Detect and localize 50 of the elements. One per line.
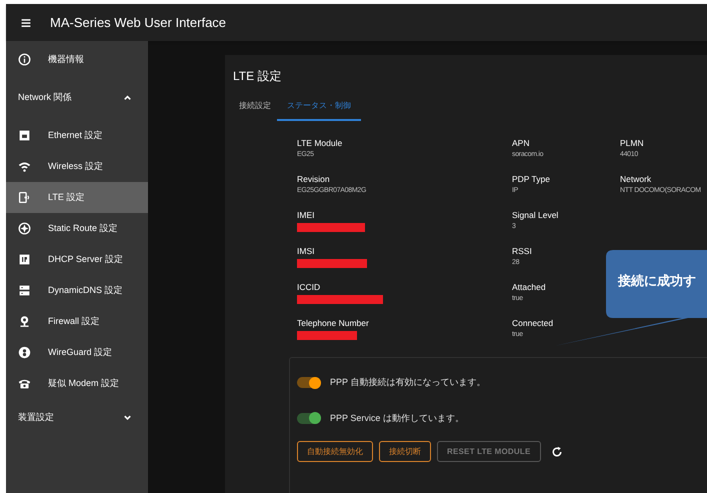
toggle-switch[interactable]	[297, 377, 321, 388]
sidebar-item[interactable]: Static Route 設定	[6, 213, 148, 244]
switch-label: PPP Service は動作しています。	[330, 412, 464, 424]
ethernet-port-icon	[18, 129, 31, 142]
sidebar-item[interactable]: WireGuard 設定	[6, 337, 148, 368]
phone-signal-icon	[18, 191, 31, 204]
menu-button[interactable]: ≡	[18, 14, 34, 32]
sidebar-item[interactable]: Ethernet 設定	[6, 120, 148, 151]
field-label: Network	[620, 173, 652, 185]
field-label: PLMN	[620, 137, 645, 149]
sidebar-item[interactable]: Wireless 設定	[6, 151, 148, 182]
tab[interactable]: 接続設定	[233, 93, 277, 121]
ip-icon	[18, 253, 31, 266]
field-label: Attached	[512, 281, 547, 293]
switch-label: PPP 自動接続は有効になっています。	[330, 376, 486, 389]
sidebar-group[interactable]: 装置設定	[6, 402, 148, 433]
sidebar-item[interactable]: DynamicDNS 設定	[6, 275, 148, 306]
sidebar-item[interactable]: Firewall 設定	[6, 306, 148, 337]
telephone-icon	[18, 377, 31, 390]
field-label: IMEI	[297, 209, 316, 221]
refresh-icon[interactable]	[550, 446, 562, 458]
field-label: PDP Type	[512, 173, 551, 185]
field-label: Telephone Number	[297, 317, 370, 329]
field-label: RSSI	[512, 245, 533, 257]
app-title: MA-Series Web User Interface	[50, 14, 226, 32]
sidebar-item[interactable]: 機器情報	[6, 44, 148, 75]
tab[interactable]: ステータス・制御	[277, 93, 361, 121]
field-label: Revision	[297, 173, 331, 185]
info-icon	[18, 53, 31, 66]
field-label: Connected	[512, 317, 554, 329]
field-label: APN	[512, 137, 530, 149]
field-label: IMSI	[297, 245, 316, 257]
action-button[interactable]: 接続切断	[379, 441, 431, 462]
chevron-down-icon	[123, 413, 132, 422]
sidebar-item[interactable]: 疑似 Modem 設定	[6, 368, 148, 399]
action-button[interactable]: 自動接続無効化	[297, 441, 373, 462]
field-label: LTE Module	[297, 137, 344, 149]
field-label: ICCID	[297, 281, 322, 293]
sidebar-group[interactable]: Network 関係	[6, 82, 148, 113]
wifi-icon	[18, 160, 31, 173]
chevron-up-icon	[123, 93, 132, 102]
pin-icon	[18, 315, 31, 328]
compass-icon	[18, 222, 31, 235]
sidebar-item[interactable]: LTE 設定	[6, 182, 148, 213]
card-title: LTE 設定	[232, 68, 282, 85]
sidebar-item[interactable]: DHCP Server 設定	[6, 244, 148, 275]
server-icon	[18, 284, 31, 297]
callout-text: 接続に成功す	[618, 272, 696, 290]
field-label: Signal Level	[512, 209, 560, 221]
toggle-switch[interactable]	[297, 412, 321, 424]
